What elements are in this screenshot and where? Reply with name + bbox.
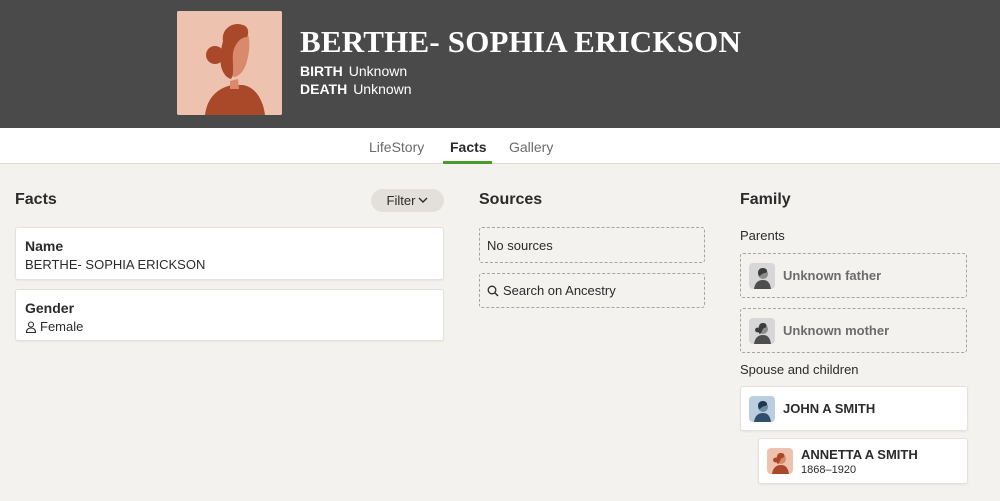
- birth-label: BIRTH: [300, 63, 343, 79]
- no-sources-box: No sources: [479, 227, 705, 263]
- tab-facts[interactable]: Facts: [450, 139, 487, 155]
- filter-label: Filter: [386, 193, 416, 208]
- tab-bar: LifeStory Facts Gallery: [0, 128, 1000, 164]
- fact-value: Female: [25, 319, 83, 334]
- tab-lifestory[interactable]: LifeStory: [369, 139, 424, 155]
- birth-info: BIRTH Unknown: [300, 63, 407, 79]
- death-value: Unknown: [353, 81, 412, 97]
- fact-label: Gender: [25, 300, 75, 316]
- chevron-down-icon: [418, 197, 428, 203]
- fact-value-text: Female: [40, 319, 84, 334]
- person-name-title: BERTHE- SOPHIA ERICKSON: [300, 24, 742, 59]
- unknown-father-label: Unknown father: [783, 268, 882, 283]
- profile-header: BERTHE- SOPHIA ERICKSON BIRTH Unknown DEA…: [0, 0, 1000, 128]
- filter-button[interactable]: Filter: [371, 189, 444, 212]
- fact-card-name[interactable]: Name BERTHE- SOPHIA ERICKSON: [15, 227, 444, 280]
- death-label: DEATH: [300, 81, 348, 97]
- tab-gallery[interactable]: Gallery: [509, 139, 553, 155]
- child-name: ANNETTA A SMITH: [801, 446, 918, 462]
- fact-value-text: BERTHE- SOPHIA ERICKSON: [25, 257, 206, 272]
- child-card[interactable]: ANNETTA A SMITH 1868–1920: [758, 438, 968, 484]
- female-avatar-icon: [749, 317, 775, 344]
- search-ancestry-button[interactable]: Search on Ancestry: [479, 273, 705, 308]
- child-info: ANNETTA A SMITH 1868–1920: [801, 447, 918, 476]
- active-tab-indicator: [443, 161, 492, 164]
- search-icon: [487, 285, 499, 296]
- female-silhouette-icon: [177, 11, 282, 115]
- birth-value: Unknown: [348, 63, 408, 79]
- spouse-name: JOHN A SMITH: [783, 401, 876, 416]
- no-sources-text: No sources: [487, 237, 553, 253]
- fact-card-gender[interactable]: Gender Female: [15, 289, 444, 341]
- fact-label: Name: [25, 238, 64, 254]
- parents-label: Parents: [740, 228, 785, 243]
- spouse-card[interactable]: JOHN A SMITH: [740, 386, 968, 431]
- facts-heading: Facts: [15, 191, 57, 208]
- death-info: DEATH Unknown: [300, 81, 412, 97]
- search-ancestry-label: Search on Ancestry: [503, 283, 616, 298]
- female-avatar-icon: [767, 448, 793, 474]
- unknown-father-slot[interactable]: Unknown father: [740, 253, 967, 298]
- sources-heading: Sources: [479, 191, 543, 208]
- family-heading: Family: [740, 191, 791, 208]
- person-icon: [25, 320, 37, 333]
- unknown-mother-label: Unknown mother: [783, 323, 890, 338]
- fact-value: BERTHE- SOPHIA ERICKSON: [25, 257, 205, 272]
- male-avatar-icon: [749, 395, 775, 422]
- spouse-children-label: Spouse and children: [740, 362, 859, 377]
- child-dates: 1868–1920: [801, 463, 857, 476]
- unknown-mother-slot[interactable]: Unknown mother: [740, 308, 967, 353]
- male-avatar-icon: [749, 262, 775, 289]
